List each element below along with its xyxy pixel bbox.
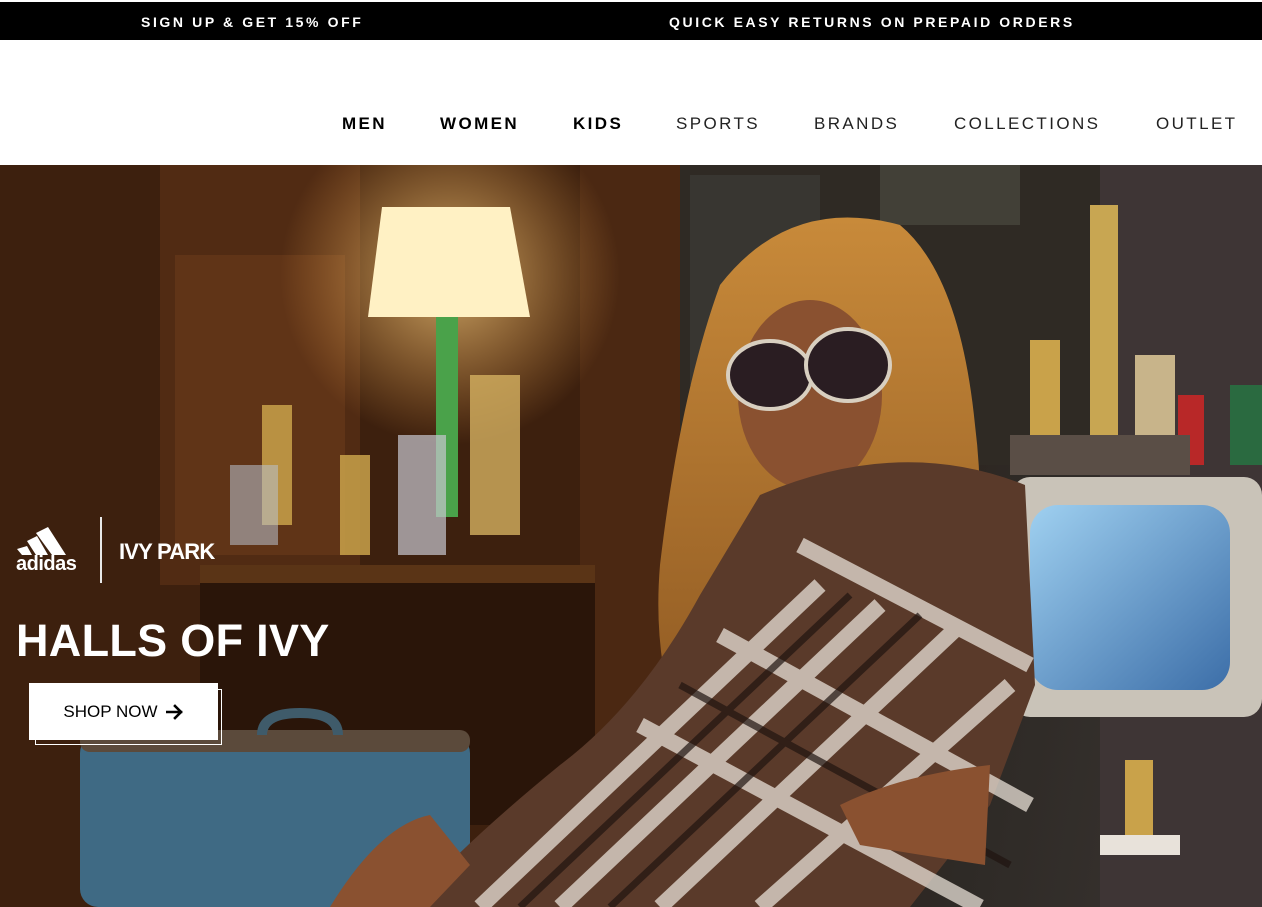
promo-bar: SIGN UP & GET 15% OFF QUICK EASY RETURNS… bbox=[0, 0, 1262, 40]
nav-item-brands[interactable]: BRANDS bbox=[814, 114, 899, 134]
nav-item-kids[interactable]: KIDS bbox=[573, 114, 623, 134]
ivy-park-wordmark: IVY PARK bbox=[119, 539, 215, 564]
nav-item-women[interactable]: WOMEN bbox=[440, 114, 519, 134]
site-header: MEN WOMEN KIDS SPORTS BRANDS COLLECTIONS… bbox=[0, 40, 1262, 165]
shop-now-button[interactable]: SHOP NOW bbox=[29, 683, 218, 740]
nav-item-collections[interactable]: COLLECTIONS bbox=[954, 114, 1100, 134]
hero-photo bbox=[0, 165, 1262, 907]
nav-item-outlet[interactable]: OUTLET bbox=[1156, 114, 1237, 134]
promo-signup-link[interactable]: SIGN UP & GET 15% OFF bbox=[141, 14, 363, 30]
lockup-divider bbox=[100, 517, 102, 583]
hero-title: HALLS OF IVY bbox=[16, 615, 330, 666]
shop-now-label: SHOP NOW bbox=[63, 701, 158, 721]
arrow-right-icon bbox=[165, 703, 183, 720]
adidas-wordmark: adidas bbox=[16, 553, 77, 575]
adidas-logo-icon bbox=[17, 527, 66, 555]
promo-returns-link[interactable]: QUICK EASY RETURNS ON PREPAID ORDERS bbox=[669, 14, 1075, 30]
nav-item-sports[interactable]: SPORTS bbox=[676, 114, 760, 134]
nav-item-men[interactable]: MEN bbox=[342, 114, 387, 134]
hero-banner[interactable]: adidas IVY PARK HALLS OF IVY SHOP NOW bbox=[0, 165, 1262, 907]
